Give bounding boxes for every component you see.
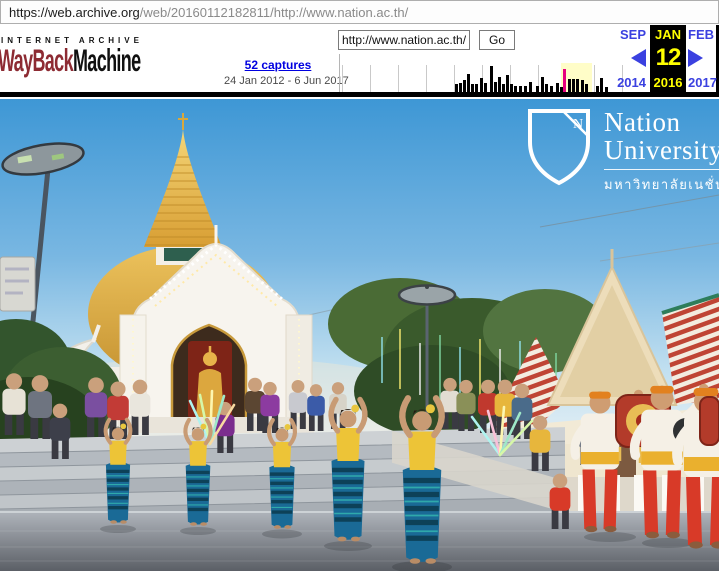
wayback-toolbar: INTERNET ARCHIVE WayBackMachine 52 captu… <box>0 25 719 92</box>
prev-capture-arrow-icon[interactable] <box>631 49 646 67</box>
archived-page-content: N Nation University มหาวิทยาลัยเนชั่น <box>0 99 719 571</box>
capture-date-range: 24 Jan 2012 - 6 Jun 2017 <box>224 75 332 87</box>
captures-summary: 52 captures 24 Jan 2012 - 6 Jun 2017 <box>224 58 332 87</box>
logo-thai: มหาวิทยาลัยเนชั่น <box>604 169 719 195</box>
screen: https://web.archive.org/web/201601121828… <box>0 0 719 571</box>
nav-year-next[interactable]: 2017 <box>686 72 716 92</box>
nav-year-current: 2016 <box>650 72 686 92</box>
nav-year-prev[interactable]: 2014 <box>603 72 650 92</box>
captures-link[interactable]: 52 captures <box>224 58 332 72</box>
url-path: /web/20160112182811/http://www.nation.ac… <box>140 5 408 20</box>
next-capture-arrow-icon[interactable] <box>688 49 703 67</box>
nav-month-current: JAN <box>650 25 686 44</box>
wayback-machine-logo[interactable]: INTERNET ARCHIVE WayBackMachine <box>0 36 228 75</box>
wayback-wordmark: WayBackMachine <box>0 45 141 77</box>
browser-address-bar[interactable]: https://web.archive.org/web/201601121828… <box>0 0 719 24</box>
nation-university-logo: N Nation University มหาวิทยาลัยเนชั่น <box>527 108 719 195</box>
nav-prev-cell <box>603 44 650 72</box>
url-host: https://web.archive.org <box>9 5 140 20</box>
nav-next-cell <box>686 44 716 72</box>
toolbar-bottom-bar <box>0 92 719 97</box>
shield-monogram: N <box>573 117 583 132</box>
capture-nav-panel: SEP JAN FEB 12 2014 2016 2017 <box>603 25 716 92</box>
nation-logo-text: Nation University มหาวิทยาลัยเนชั่น <box>604 108 719 195</box>
logo-line1: Nation <box>604 108 719 136</box>
nav-month-prev[interactable]: SEP <box>603 25 650 44</box>
nav-month-next[interactable]: FEB <box>686 25 716 44</box>
nav-day-current[interactable]: 12 <box>650 44 686 72</box>
nation-shield-icon: N <box>527 108 591 186</box>
logo-line2: University <box>604 136 719 164</box>
